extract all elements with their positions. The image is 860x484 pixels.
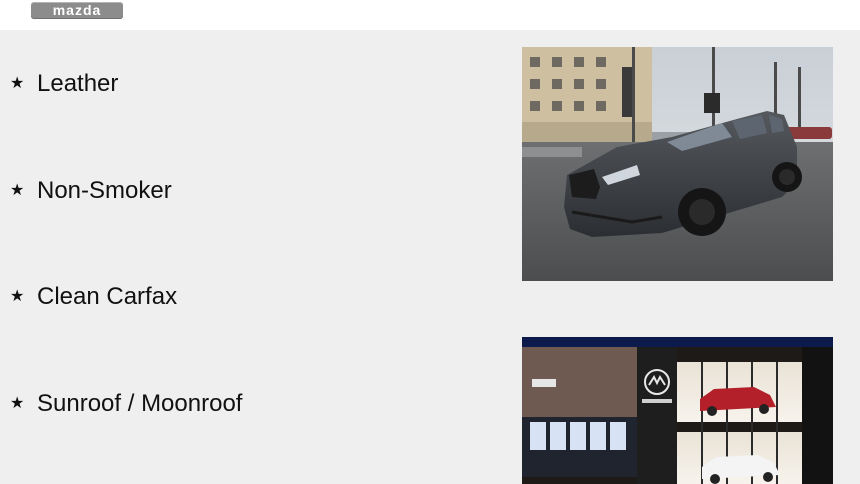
feature-item-non-smoker: ★ Non-Smoker — [10, 176, 172, 206]
feature-label: Sunroof / Moonroof — [37, 390, 243, 417]
feature-list: ★ Leather ★ Non-Smoker ★ Clean Carfax ★ … — [0, 30, 500, 484]
star-icon: ★ — [10, 182, 25, 199]
brand-logo-text: mazda — [52, 2, 102, 18]
feature-label: Leather — [37, 70, 119, 97]
header-bar: mazda — [0, 0, 860, 30]
vehicle-photo[interactable] — [522, 47, 833, 281]
star-icon: ★ — [10, 75, 25, 92]
listing-page: mazda ★ Leather ★ Non-Smoker ★ Clean Car… — [0, 0, 860, 484]
dealership-photo[interactable] — [522, 337, 833, 484]
feature-label: Non-Smoker — [37, 177, 172, 204]
mazda-logo[interactable]: mazda — [31, 2, 123, 19]
star-icon: ★ — [10, 288, 25, 305]
feature-item-clean-carfax: ★ Clean Carfax — [10, 282, 177, 312]
star-icon: ★ — [10, 395, 25, 412]
feature-item-leather: ★ Leather — [10, 69, 118, 99]
feature-item-sunroof: ★ Sunroof / Moonroof — [10, 389, 242, 419]
feature-label: Clean Carfax — [37, 283, 178, 310]
